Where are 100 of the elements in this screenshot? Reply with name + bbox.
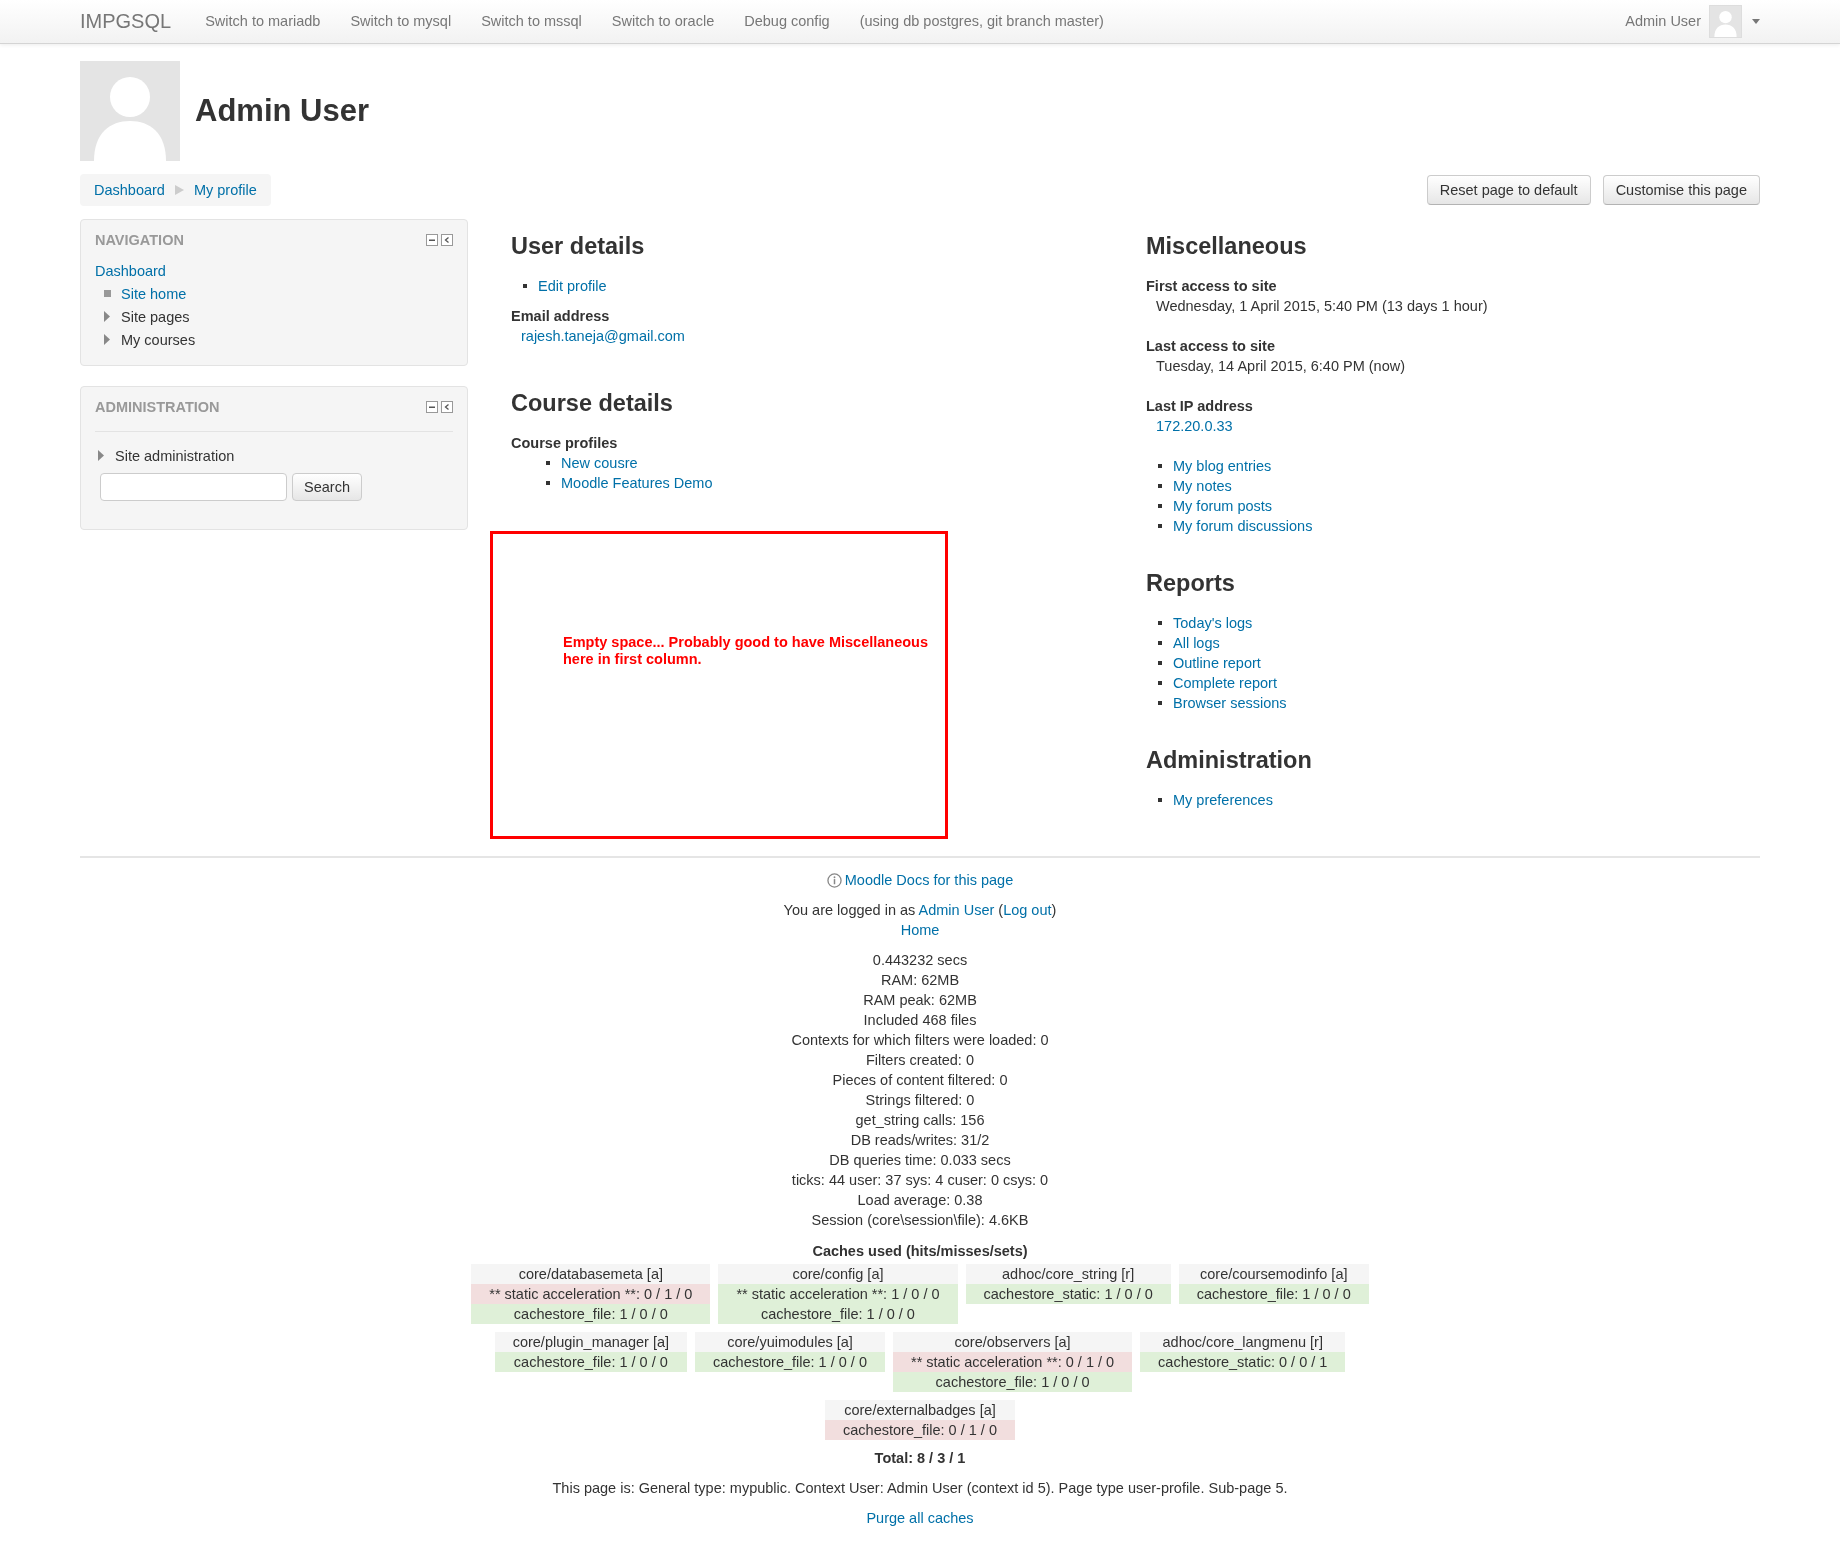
user-link[interactable]: Admin User bbox=[918, 902, 995, 918]
user-menu-name[interactable]: Admin User bbox=[1625, 11, 1701, 31]
profile-link[interactable]: Edit profile bbox=[538, 276, 607, 296]
profile-picture-icon bbox=[80, 61, 180, 161]
cache-name: core/observers [a] bbox=[893, 1332, 1133, 1352]
page-button[interactable]: Customise this page bbox=[1602, 175, 1760, 205]
expand-arrow-icon[interactable] bbox=[104, 334, 110, 345]
profile-link[interactable]: All logs bbox=[1173, 633, 1220, 653]
cache-name: adhoc/core_string [r] bbox=[965, 1264, 1171, 1284]
expand-arrow-icon[interactable] bbox=[98, 450, 104, 461]
cache-store-stat: cachestore_file: 1 / 0 / 0 bbox=[494, 1352, 688, 1372]
performance-stat: DB queries time: 0.033 secs bbox=[828, 1151, 1012, 1170]
cache-total: Total: 8 / 3 / 1 bbox=[873, 1449, 967, 1468]
minimize-icon[interactable] bbox=[426, 234, 438, 246]
minimize-icon[interactable] bbox=[426, 400, 438, 413]
profile-link[interactable]: Browser sessions bbox=[1173, 693, 1287, 713]
performance-stat: ticks: 44 user: 37 sys: 4 cuser: 0 csys: 0 bbox=[790, 1171, 1050, 1190]
performance-stat: RAM: 62MB bbox=[879, 971, 961, 990]
field-label: Last access to site bbox=[1146, 337, 1276, 356]
profile-link[interactable]: Outline report bbox=[1173, 653, 1261, 673]
field-label: Email address bbox=[511, 307, 611, 326]
block-title: ADMINISTRATION bbox=[95, 397, 221, 417]
field-label: Last IP address bbox=[1146, 397, 1254, 416]
performance-stat: RAM peak: 62MB bbox=[862, 991, 978, 1010]
caches-heading: Caches used (hits/misses/sets) bbox=[811, 1242, 1029, 1261]
nav-link[interactable]: Debug config bbox=[744, 11, 830, 31]
performance-stat: DB reads/writes: 31/2 bbox=[849, 1131, 991, 1150]
cache-store-stat: cachestore_file: 1 / 0 / 0 bbox=[718, 1304, 958, 1324]
cache-store-stat: cachestore_file: 1 / 0 / 0 bbox=[893, 1372, 1133, 1392]
info-icon bbox=[826, 872, 842, 888]
field-link[interactable]: 172.20.0.33 bbox=[1156, 418, 1233, 434]
page-info-text: This page is: General type: mypublic. Context User: Admin User (context id 5). Page type user-profile. Sub-page 5. bbox=[551, 1479, 1289, 1498]
home-link[interactable]: Home bbox=[900, 922, 940, 938]
field-value: Tuesday, 14 April 2015, 6:40 PM (now) bbox=[1156, 358, 1406, 374]
block-title: NAVIGATION bbox=[95, 231, 185, 250]
nav-item[interactable]: My courses bbox=[121, 329, 196, 350]
performance-stat: Strings filtered: 0 bbox=[864, 1091, 976, 1110]
site-brand[interactable]: IMPGSQL bbox=[80, 11, 172, 31]
field-link[interactable]: rajesh.taneja@gmail.com bbox=[521, 328, 685, 344]
annotation-text: Empty space... Probably good to have Miscellaneous here in first column. bbox=[563, 634, 929, 668]
cache-store-stat: cachestore_file: 1 / 0 / 0 bbox=[471, 1304, 711, 1324]
cache-name: core/externalbadges [a] bbox=[825, 1400, 1015, 1420]
nav-link[interactable]: Switch to mssql bbox=[481, 11, 582, 31]
page-title: Admin User bbox=[195, 92, 369, 130]
db-info-text: (using db postgres, git branch master) bbox=[859, 12, 1104, 31]
performance-stat: Filters created: 0 bbox=[865, 1051, 975, 1070]
dock-icon[interactable] bbox=[441, 400, 453, 413]
field-value: Wednesday, 1 April 2015, 5:40 PM (13 days 1 hour) bbox=[1156, 298, 1488, 314]
purge-caches-link[interactable]: Purge all caches bbox=[866, 1510, 974, 1526]
login-info-text: You are logged in as Admin User (Log out) bbox=[782, 901, 1058, 920]
cache-store-stat: ** static acceleration **: 0 / 1 / 0 bbox=[893, 1352, 1133, 1372]
dock-icon[interactable] bbox=[441, 234, 453, 246]
field-label: Course profiles bbox=[511, 434, 619, 453]
profile-link[interactable]: My preferences bbox=[1173, 790, 1273, 810]
profile-link[interactable]: Complete report bbox=[1173, 673, 1277, 693]
section-heading: Reports bbox=[1146, 569, 1236, 598]
profile-link[interactable]: New cousre bbox=[561, 453, 638, 473]
section-heading: User details bbox=[511, 232, 646, 261]
cache-name: adhoc/core_langmenu [r] bbox=[1140, 1332, 1346, 1352]
cache-store-stat: cachestore_file: 1 / 0 / 0 bbox=[1178, 1284, 1369, 1304]
profile-link[interactable]: Today's logs bbox=[1173, 613, 1253, 633]
caret-icon[interactable] bbox=[1752, 18, 1760, 24]
nav-item[interactable]: Site administration bbox=[115, 445, 235, 466]
profile-link[interactable]: My forum posts bbox=[1173, 496, 1273, 516]
breadcrumb-link[interactable]: My profile bbox=[193, 180, 257, 200]
performance-stat: get_string calls: 156 bbox=[854, 1111, 986, 1130]
cache-store-stat: cachestore_file: 0 / 1 / 0 bbox=[825, 1420, 1015, 1440]
nav-link[interactable]: Switch to oracle bbox=[611, 11, 715, 31]
cache-store-stat: ** static acceleration **: 0 / 1 / 0 bbox=[471, 1284, 711, 1304]
profile-link[interactable]: My blog entries bbox=[1173, 456, 1272, 476]
profile-link[interactable]: My forum discussions bbox=[1173, 516, 1313, 536]
logout-link[interactable]: Log out bbox=[1003, 902, 1052, 918]
cache-name: core/yuimodules [a] bbox=[695, 1332, 885, 1352]
cache-store-stat: cachestore_static: 0 / 0 / 1 bbox=[1140, 1352, 1346, 1372]
nav-link[interactable]: Switch to mariadb bbox=[205, 11, 321, 31]
search-button[interactable]: Search bbox=[292, 473, 362, 501]
nav-link[interactable]: Site home bbox=[121, 283, 187, 304]
section-heading: Miscellaneous bbox=[1146, 232, 1308, 261]
cache-name: core/plugin_manager [a] bbox=[494, 1332, 688, 1352]
performance-stat: Pieces of content filtered: 0 bbox=[831, 1071, 1009, 1090]
expand-arrow-icon[interactable] bbox=[104, 311, 110, 322]
page-button[interactable]: Reset page to default bbox=[1426, 175, 1591, 205]
bullet-icon bbox=[103, 290, 111, 297]
nav-link[interactable]: Dashboard bbox=[95, 260, 166, 281]
performance-stat: Load average: 0.38 bbox=[856, 1191, 984, 1210]
performance-stat: Session (core\session\file): 4.6KB bbox=[810, 1211, 1030, 1230]
section-heading: Administration bbox=[1146, 746, 1313, 775]
profile-link[interactable]: My notes bbox=[1173, 476, 1232, 496]
breadcrumb-link[interactable]: Dashboard bbox=[94, 180, 165, 200]
section-heading: Course details bbox=[511, 389, 674, 418]
cache-store-stat: cachestore_static: 1 / 0 / 0 bbox=[965, 1284, 1171, 1304]
performance-stat: Contexts for which filters were loaded: 0 bbox=[790, 1031, 1050, 1050]
cache-name: core/config [a] bbox=[718, 1264, 958, 1284]
nav-link[interactable]: Switch to mysql bbox=[350, 11, 452, 31]
field-label: First access to site bbox=[1146, 277, 1278, 296]
nav-item[interactable]: Site pages bbox=[121, 306, 190, 327]
profile-link[interactable]: Moodle Features Demo bbox=[561, 473, 713, 493]
search-field[interactable] bbox=[100, 473, 287, 501]
cache-store-stat: ** static acceleration **: 1 / 0 / 0 bbox=[718, 1284, 958, 1304]
docs-link[interactable]: Moodle Docs for this page bbox=[826, 870, 1014, 890]
